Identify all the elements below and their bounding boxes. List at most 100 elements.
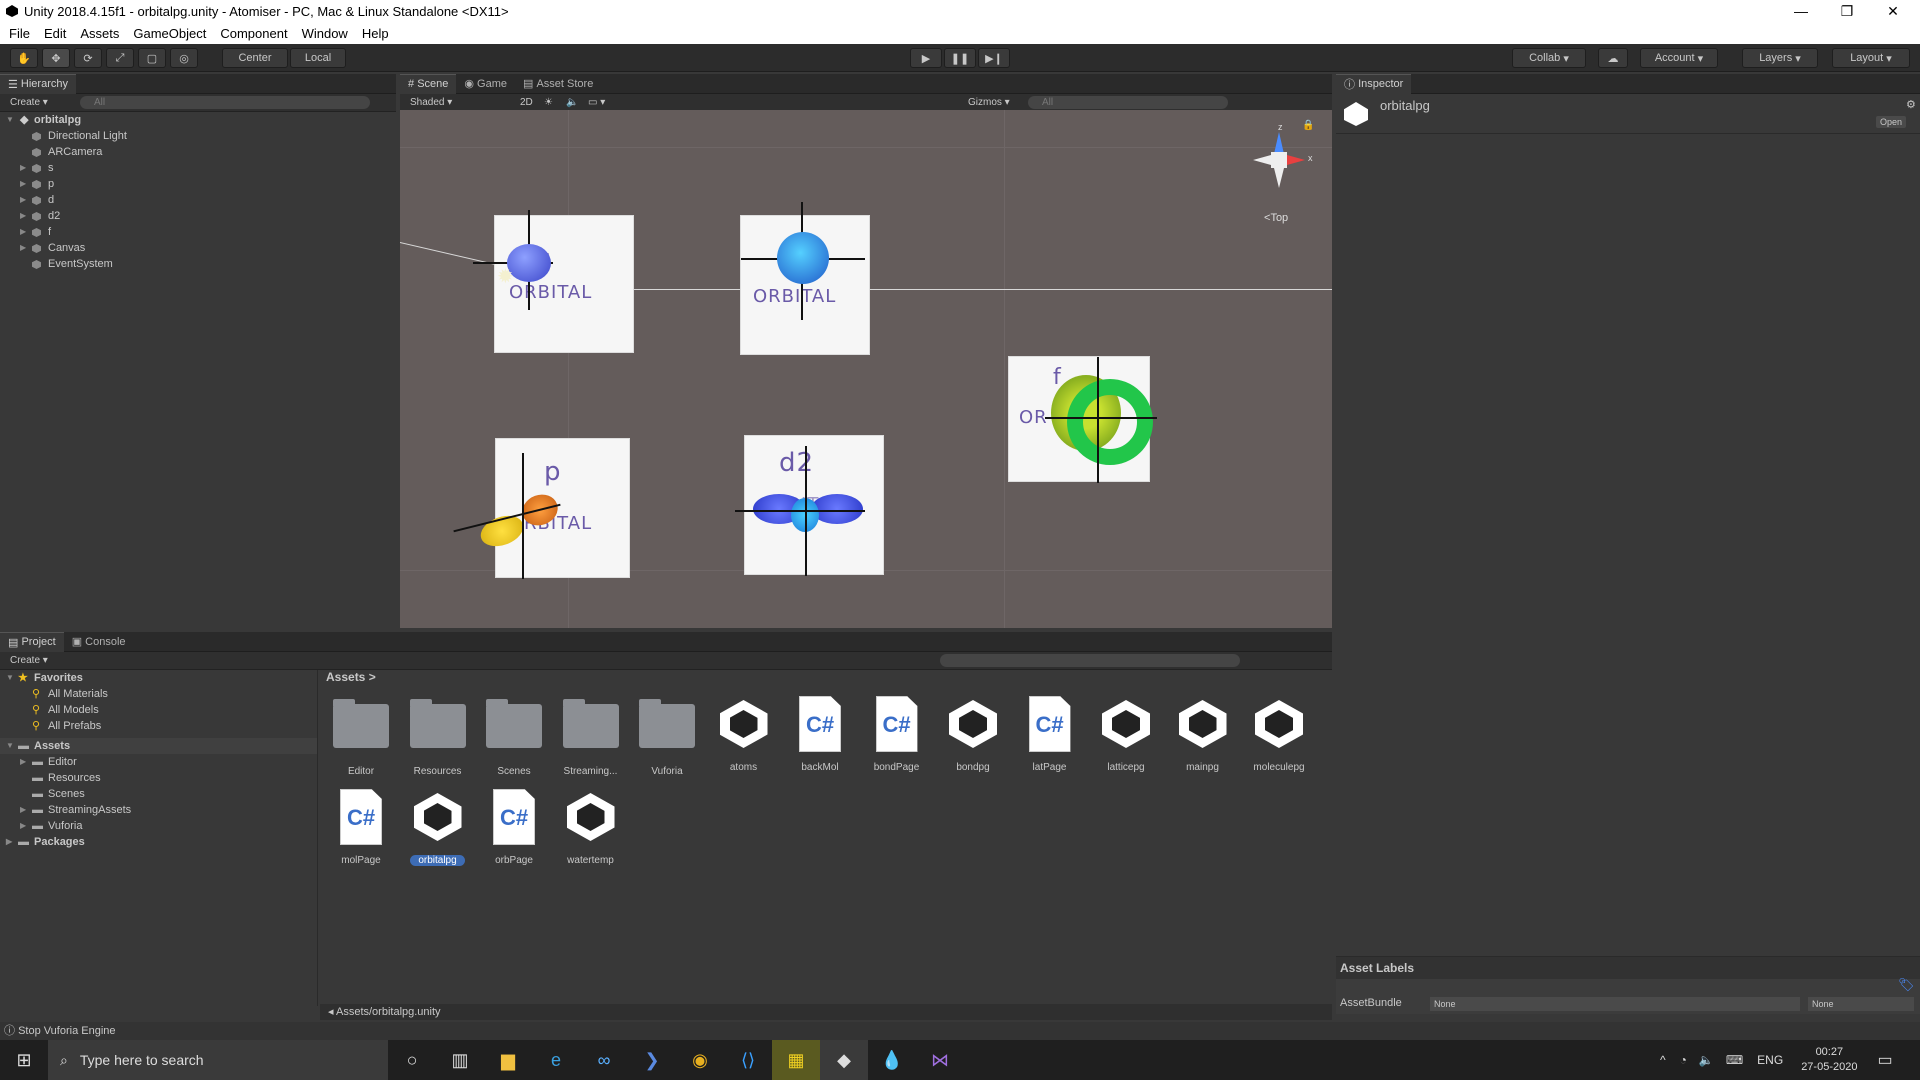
clock[interactable]: 00:27 27-05-2020 bbox=[1801, 1045, 1857, 1075]
file-explorer-icon[interactable]: ▆ bbox=[484, 1040, 532, 1080]
menu-gameobject[interactable]: GameObject bbox=[124, 26, 211, 41]
gizmos-dropdown[interactable]: Gizmos ▾ bbox=[968, 97, 1028, 108]
hierarchy-create-button[interactable]: Create ▾ bbox=[0, 97, 80, 108]
expand-arrow-icon[interactable]: ▶ bbox=[20, 208, 26, 224]
favorite-item[interactable]: ⚲ All Materials bbox=[0, 686, 317, 702]
menu-window[interactable]: Window bbox=[293, 26, 353, 41]
windows-start-icon[interactable]: ⊞ bbox=[0, 1040, 48, 1080]
menu-file[interactable]: File bbox=[0, 26, 35, 41]
open-button[interactable]: Open bbox=[1876, 116, 1907, 128]
asset-item[interactable]: C# orbPage bbox=[479, 789, 549, 866]
gizmo-lock-icon[interactable]: 🔒 bbox=[1302, 120, 1314, 131]
layers-dropdown[interactable]: Layers ▾ bbox=[1742, 48, 1818, 68]
favorite-item[interactable]: ⚲ All Models bbox=[0, 702, 317, 718]
hierarchy-item[interactable]: ▶ p bbox=[0, 176, 396, 192]
asset-item[interactable]: atoms bbox=[709, 696, 779, 773]
visual-studio-icon[interactable]: ⋈ bbox=[916, 1040, 964, 1080]
expand-arrow-icon[interactable]: ▼ bbox=[6, 112, 14, 128]
chrome-browser-icon[interactable]: ◉ bbox=[676, 1040, 724, 1080]
effects-toggle-icon[interactable]: ▭ ▾ bbox=[588, 97, 968, 108]
taskbar-search-input[interactable]: ⌕ Type here to search bbox=[48, 1040, 388, 1080]
hierarchy-item[interactable]: ▶ f bbox=[0, 224, 396, 240]
cortana-icon[interactable]: ○ bbox=[388, 1040, 436, 1080]
expand-arrow-icon[interactable]: ▼ bbox=[6, 738, 14, 754]
asset-folder-item[interactable]: ▬ Resources bbox=[0, 770, 317, 786]
expand-arrow-icon[interactable]: ▶ bbox=[20, 754, 26, 770]
wifi-icon[interactable]: ◔ bbox=[1680, 1053, 1687, 1067]
task-view-icon[interactable]: ▥ bbox=[436, 1040, 484, 1080]
orbital-card-s[interactable]: s ORBITAL ✹ bbox=[473, 210, 634, 353]
language-indicator[interactable]: ENG bbox=[1757, 1053, 1783, 1067]
orbital-card-p[interactable]: p RBITAL bbox=[453, 438, 630, 579]
asset-item[interactable]: Resources bbox=[403, 696, 473, 777]
edge-browser-icon[interactable]: e bbox=[532, 1040, 580, 1080]
asset-item[interactable]: C# bondPage bbox=[862, 696, 932, 773]
shading-dropdown[interactable]: Shaded ▾ bbox=[400, 97, 520, 108]
hierarchy-item[interactable]: Directional Light bbox=[0, 128, 396, 144]
scale-tool-icon[interactable]: ⤢ bbox=[106, 48, 134, 68]
hierarchy-item[interactable]: ▶ Canvas bbox=[0, 240, 396, 256]
unity-taskbar-icon[interactable]: ◆ bbox=[820, 1040, 868, 1080]
menu-component[interactable]: Component bbox=[211, 26, 292, 41]
close-button[interactable]: ✕ bbox=[1870, 0, 1916, 22]
project-breadcrumb[interactable]: Assets > bbox=[326, 670, 376, 684]
expand-arrow-icon[interactable]: ▶ bbox=[20, 192, 26, 208]
expand-arrow-icon[interactable]: ▶ bbox=[6, 834, 12, 850]
expand-arrow-icon[interactable]: ▶ bbox=[20, 224, 26, 240]
pivot-center-toggle[interactable]: Center bbox=[222, 48, 288, 68]
asset-item[interactable]: watertemp bbox=[556, 789, 626, 866]
volume-icon[interactable]: 🔈 bbox=[1699, 1053, 1714, 1067]
label-tag-icon[interactable]: 🏷 bbox=[1898, 977, 1915, 993]
asset-item[interactable]: moleculepg bbox=[1244, 696, 1314, 773]
favorites-header[interactable]: ▼ ★ Favorites bbox=[0, 670, 317, 686]
keyboard-icon[interactable]: ⌨ bbox=[1726, 1053, 1743, 1067]
rect-tool-icon[interactable]: ▢ bbox=[138, 48, 166, 68]
minimize-button[interactable]: — bbox=[1778, 0, 1824, 22]
tab-scene[interactable]: # Scene bbox=[400, 73, 457, 94]
cloud-icon[interactable]: ☁ bbox=[1598, 48, 1628, 68]
scene-viewport[interactable]: s ORBITAL ✹ ORBITAL f OR p RBITAL d2 ORB… bbox=[400, 110, 1332, 628]
tab-inspector[interactable]: ⓘ Inspector bbox=[1336, 73, 1412, 94]
notification-icon[interactable]: ▭ bbox=[1877, 1050, 1892, 1070]
inspector-settings-icon[interactable]: ⚙ bbox=[1906, 98, 1916, 111]
infinity-app-icon[interactable]: ∞ bbox=[580, 1040, 628, 1080]
powershell-icon[interactable]: ❯ bbox=[628, 1040, 676, 1080]
restore-button[interactable]: ❐ bbox=[1824, 0, 1870, 22]
tab-console[interactable]: ▣ Console bbox=[64, 632, 134, 652]
asset-item[interactable]: latticepg bbox=[1091, 696, 1161, 773]
gizmo-center-cube-icon[interactable] bbox=[1271, 152, 1287, 168]
tab-asset-store[interactable]: ▤ Asset Store bbox=[515, 74, 601, 94]
orbital-card-d[interactable]: ORBITAL bbox=[740, 202, 870, 355]
menu-help[interactable]: Help bbox=[353, 26, 394, 41]
pivot-local-toggle[interactable]: Local bbox=[290, 48, 346, 68]
orbital-card-f[interactable]: f OR bbox=[1008, 356, 1157, 483]
asset-item[interactable]: bondpg bbox=[938, 696, 1008, 773]
tab-game[interactable]: ◉ Game bbox=[456, 74, 515, 94]
play-button[interactable]: ▶ bbox=[910, 48, 942, 68]
hand-tool-icon[interactable]: ✋ bbox=[10, 48, 38, 68]
expand-arrow-icon[interactable]: ▶ bbox=[20, 802, 26, 818]
asset-item[interactable]: Vuforia bbox=[632, 696, 702, 777]
asset-item[interactable]: Scenes bbox=[479, 696, 549, 777]
asset-item[interactable]: C# backMol bbox=[785, 696, 855, 773]
asset-variant-dropdown[interactable]: None bbox=[1808, 997, 1914, 1011]
expand-arrow-icon[interactable]: ▼ bbox=[6, 670, 14, 686]
hierarchy-item[interactable]: ARCamera bbox=[0, 144, 396, 160]
move-tool-icon[interactable]: ✥ bbox=[42, 48, 70, 68]
expand-arrow-icon[interactable]: ▶ bbox=[20, 160, 26, 176]
menu-assets[interactable]: Assets bbox=[71, 26, 124, 41]
show-hidden-icons-icon[interactable]: ^ bbox=[1660, 1053, 1666, 1067]
hierarchy-item[interactable]: ▶ d bbox=[0, 192, 396, 208]
paint-app-icon[interactable]: 💧 bbox=[868, 1040, 916, 1080]
x-axis-cone-icon[interactable] bbox=[1287, 155, 1305, 165]
asset-folder-item[interactable]: ▶ ▬ Editor bbox=[0, 754, 317, 770]
asset-item[interactable]: mainpg bbox=[1168, 696, 1238, 773]
scene-search-input[interactable]: All bbox=[1028, 96, 1228, 109]
view-label[interactable]: <Top bbox=[1264, 212, 1288, 224]
expand-arrow-icon[interactable]: ▶ bbox=[20, 176, 26, 192]
rotate-tool-icon[interactable]: ⟳ bbox=[74, 48, 102, 68]
asset-item[interactable]: Streaming... bbox=[556, 696, 626, 777]
asset-folder-item[interactable]: ▬ Scenes bbox=[0, 786, 317, 802]
collab-dropdown[interactable]: Collab ▾ bbox=[1512, 48, 1586, 68]
assets-header[interactable]: ▼ ▬ Assets bbox=[0, 738, 317, 754]
